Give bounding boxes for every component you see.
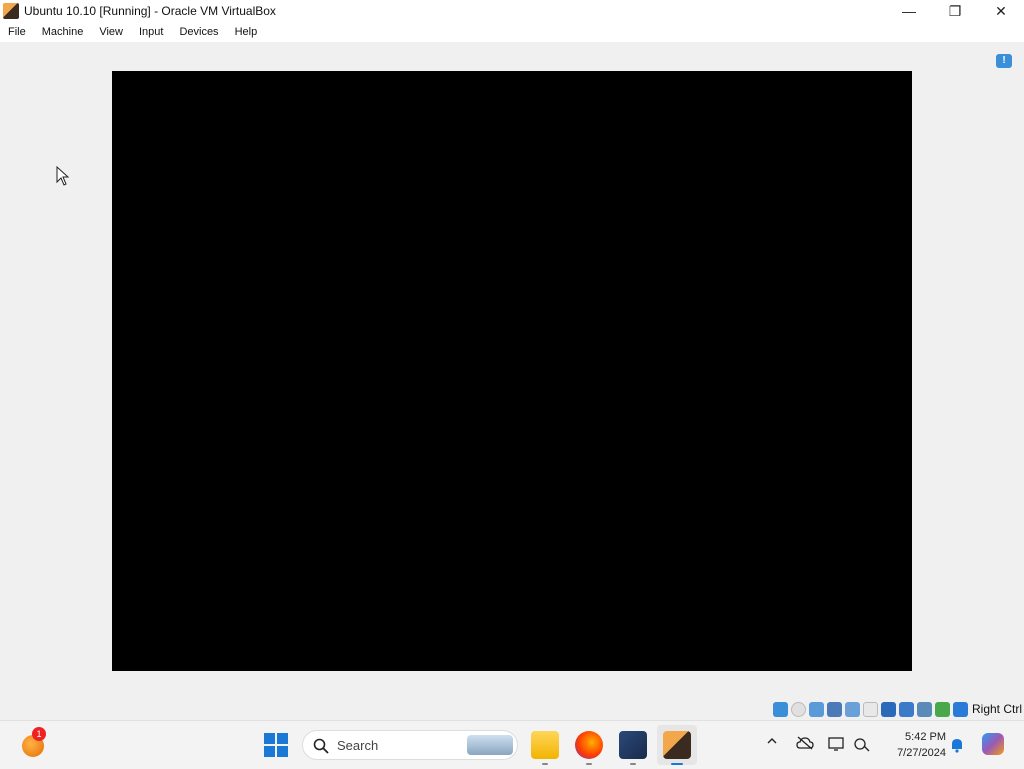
virtualization-icon[interactable] [916,701,932,717]
display-settings-icon[interactable] [828,736,846,757]
system-clock[interactable]: 5:42 PM 7/27/2024 [880,729,946,761]
menu-file[interactable]: File [0,22,34,42]
usb-icon[interactable] [844,701,860,717]
clock-time: 5:42 PM [905,731,946,743]
device-status-icons [772,701,968,717]
file-explorer-icon[interactable] [531,731,559,765]
network-status-icon[interactable] [854,736,870,757]
virtualbox-app-icon[interactable] [3,3,19,19]
onedrive-offline-icon[interactable] [796,736,814,755]
copilot-icon[interactable] [982,733,1004,755]
notification-badge: 1 [32,727,46,741]
ubuntu-vm-window-icon[interactable] [663,731,691,765]
menu-bar: File Machine View Input Devices Help [0,22,1024,42]
audio-icon[interactable] [808,701,824,717]
minimize-button[interactable]: — [886,0,932,22]
show-hidden-icons-chevron-icon[interactable] [766,735,778,750]
vm-display-area: ! [0,42,1024,720]
optical-drive-icon[interactable] [790,701,806,717]
notifications-bell-icon[interactable] [950,737,962,753]
close-button[interactable]: ✕ [978,0,1024,22]
menu-help[interactable]: Help [227,22,266,42]
start-button[interactable] [264,733,288,757]
mouse-integration-icon[interactable] [952,701,968,717]
shared-folders-icon[interactable] [862,701,878,717]
search-highlight-image [467,735,513,755]
menu-machine[interactable]: Machine [34,22,92,42]
hard-disk-icon[interactable] [772,701,788,717]
host-key-label[interactable]: Right Ctrl [972,702,1022,716]
start-tile-icon [264,746,275,757]
virtualbox-manager-icon[interactable] [619,731,647,765]
window-title: Ubuntu 10.10 [Running] - Oracle VM Virtu… [24,4,276,18]
active-indicator [671,763,683,765]
start-tile-icon [277,746,288,757]
clock-date: 7/27/2024 [897,747,946,759]
message-notification-icon[interactable]: ! [996,54,1012,68]
search-icon [313,738,329,754]
running-indicator [542,763,548,765]
title-bar: Ubuntu 10.10 [Running] - Oracle VM Virtu… [0,0,1024,22]
video-capture-icon[interactable] [898,701,914,717]
menu-input[interactable]: Input [131,22,171,42]
running-indicator [586,763,592,765]
taskbar: 1 Search 5:42 PM 7/27/2024 [0,720,1024,769]
start-tile-icon [264,733,275,744]
menu-devices[interactable]: Devices [171,22,226,42]
guest-additions-icon[interactable] [934,701,950,717]
start-tile-icon [277,733,288,744]
status-bar: Right Ctrl [0,698,1024,720]
search-label: Search [337,737,379,753]
running-indicator [630,763,636,765]
taskbar-search[interactable]: Search [302,730,518,760]
display-icon[interactable] [880,701,896,717]
firefox-icon[interactable] [575,731,603,765]
vm-screen[interactable] [112,71,912,671]
menu-view[interactable]: View [91,22,131,42]
window-controls: — ❐ ✕ [886,0,1024,22]
network-icon[interactable] [826,701,842,717]
maximize-button[interactable]: ❐ [932,0,978,22]
